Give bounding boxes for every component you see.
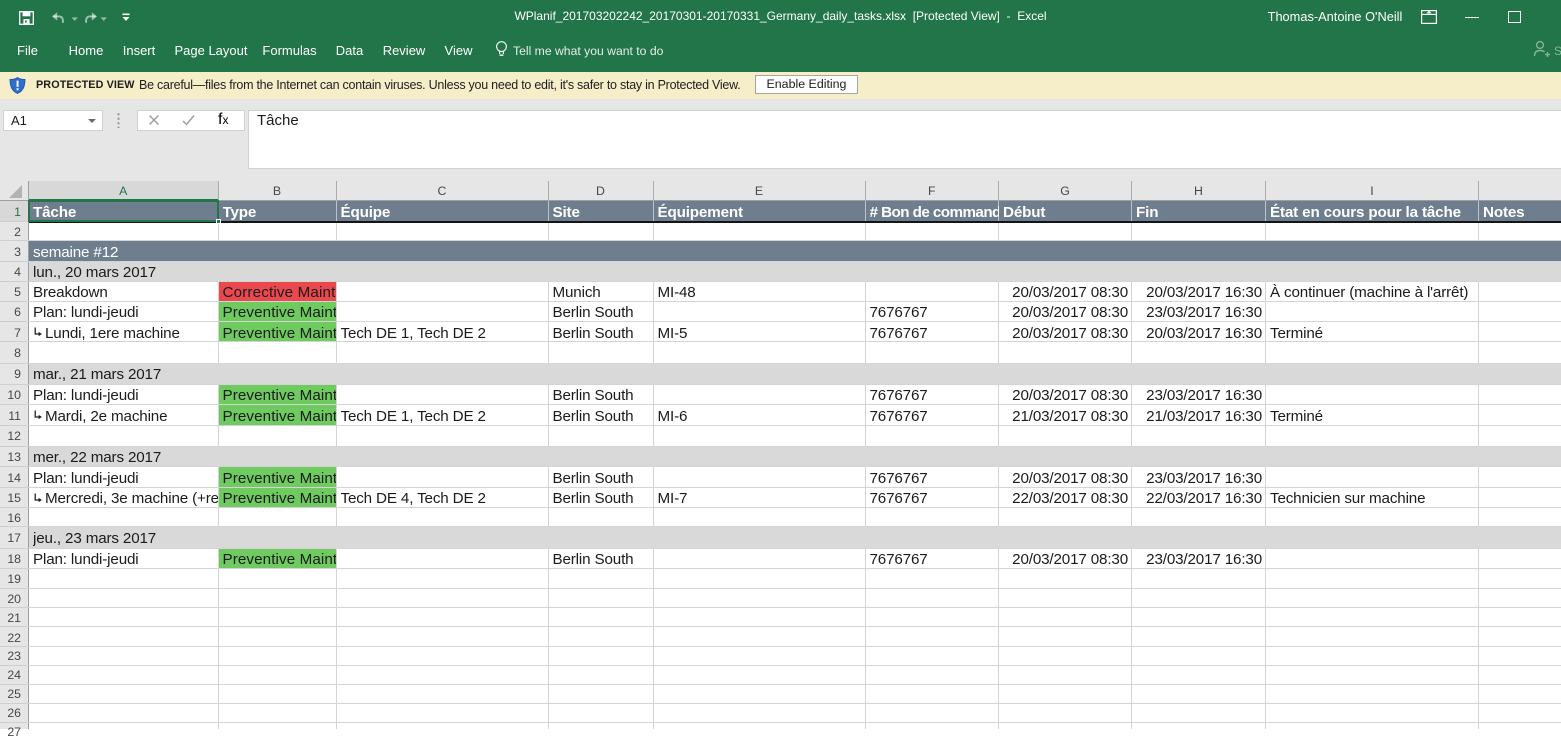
svg-text:S: S [1554,44,1561,58]
